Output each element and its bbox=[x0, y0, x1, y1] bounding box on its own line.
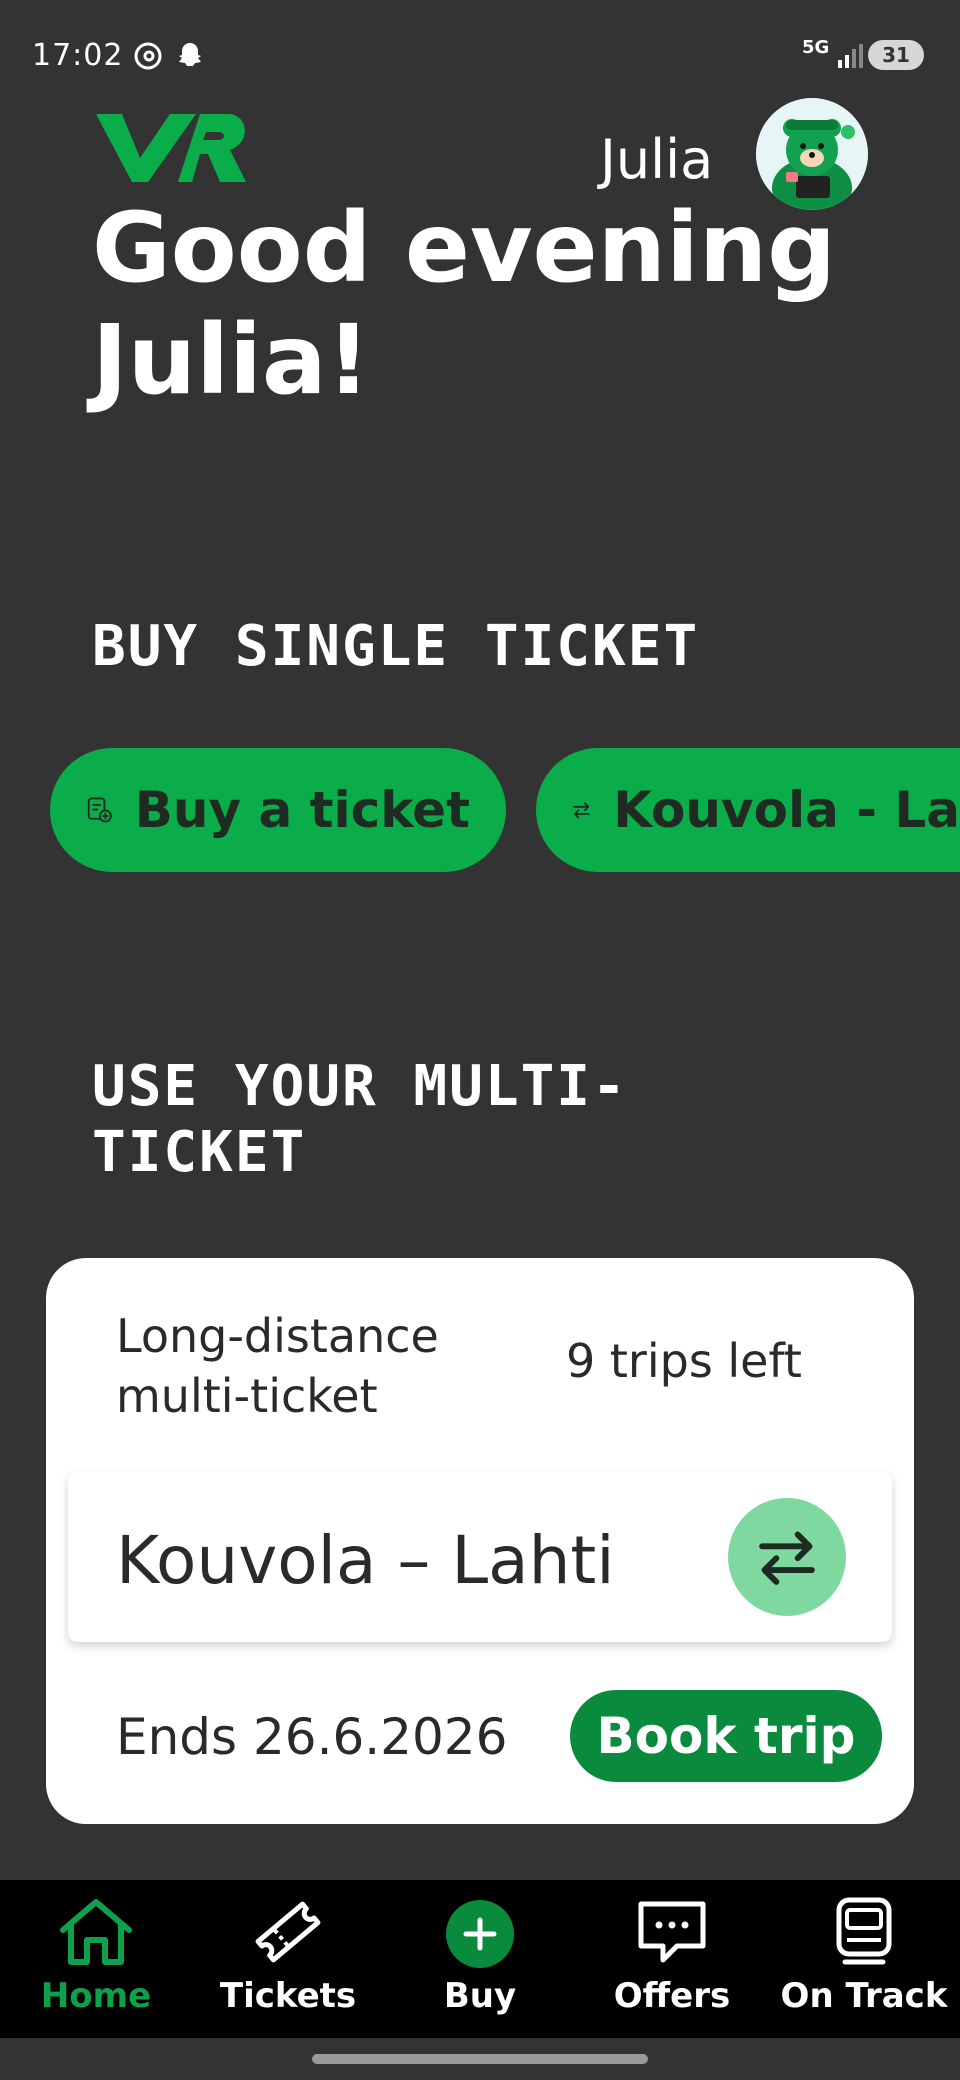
ticket-icon bbox=[255, 1901, 321, 1963]
greeting-line-2: Julia! bbox=[92, 304, 371, 416]
trips-left-label: 9 trips left bbox=[566, 1334, 802, 1388]
swap-arrows-icon bbox=[573, 802, 590, 819]
book-trip-button[interactable]: Book trip bbox=[570, 1690, 882, 1782]
nav-offers-label: Offers bbox=[613, 1976, 731, 2016]
vr-logo[interactable] bbox=[96, 112, 248, 184]
multi-ticket-heading-line-1: USE YOUR MULTI- bbox=[92, 1054, 628, 1119]
plus-circle-icon bbox=[446, 1900, 514, 1968]
nav-on-track[interactable]: On Track bbox=[774, 1896, 954, 2016]
home-icon bbox=[60, 1899, 132, 1965]
threads-icon bbox=[134, 42, 162, 70]
user-name[interactable]: Julia bbox=[600, 128, 713, 191]
greeting-heading: Good evening Julia! bbox=[92, 192, 892, 416]
train-icon bbox=[836, 1897, 892, 1965]
snapchat-icon bbox=[179, 43, 201, 66]
multi-ticket-heading-line-2: TICKET bbox=[92, 1120, 307, 1185]
buy-a-ticket-label: Buy a ticket bbox=[134, 781, 470, 839]
nav-offers[interactable]: Offers bbox=[582, 1896, 762, 2016]
swap-direction-button[interactable] bbox=[728, 1498, 846, 1616]
recent-route-label: Kouvola - La bbox=[613, 781, 960, 839]
buy-single-ticket-heading: BUY SINGLE TICKET bbox=[92, 614, 700, 679]
home-indicator[interactable] bbox=[312, 2054, 648, 2064]
battery-indicator: 31 bbox=[868, 40, 924, 70]
swap-arrows-icon bbox=[759, 1531, 815, 1585]
greeting-line-1: Good evening bbox=[92, 192, 836, 304]
recent-route-button[interactable]: Kouvola - La bbox=[536, 748, 960, 872]
nav-home-label: Home bbox=[40, 1976, 152, 2016]
ticket-add-icon bbox=[87, 797, 112, 823]
status-time: 17:02 bbox=[32, 38, 124, 73]
nav-tickets-label: Tickets bbox=[219, 1976, 357, 2016]
ticket-type-label: Long-distance multi-ticket bbox=[116, 1309, 439, 1423]
nav-tickets[interactable]: Tickets bbox=[198, 1896, 378, 2016]
buy-a-ticket-button[interactable]: Buy a ticket bbox=[50, 748, 506, 872]
nav-home[interactable]: Home bbox=[6, 1896, 186, 2016]
nav-buy-label: Buy bbox=[443, 1976, 517, 2016]
ticket-end-date: Ends 26.6.2026 bbox=[116, 1708, 508, 1766]
nav-buy[interactable]: Buy bbox=[390, 1896, 570, 2016]
network-type-label: 5G bbox=[802, 37, 830, 58]
signal-icon bbox=[838, 44, 863, 68]
chat-bubble-icon bbox=[638, 1901, 706, 1963]
nav-on-track-label: On Track bbox=[780, 1976, 948, 2016]
route-label: Kouvola – Lahti bbox=[116, 1522, 615, 1599]
multi-ticket-heading: USE YOUR MULTI- TICKET bbox=[92, 1054, 792, 1186]
